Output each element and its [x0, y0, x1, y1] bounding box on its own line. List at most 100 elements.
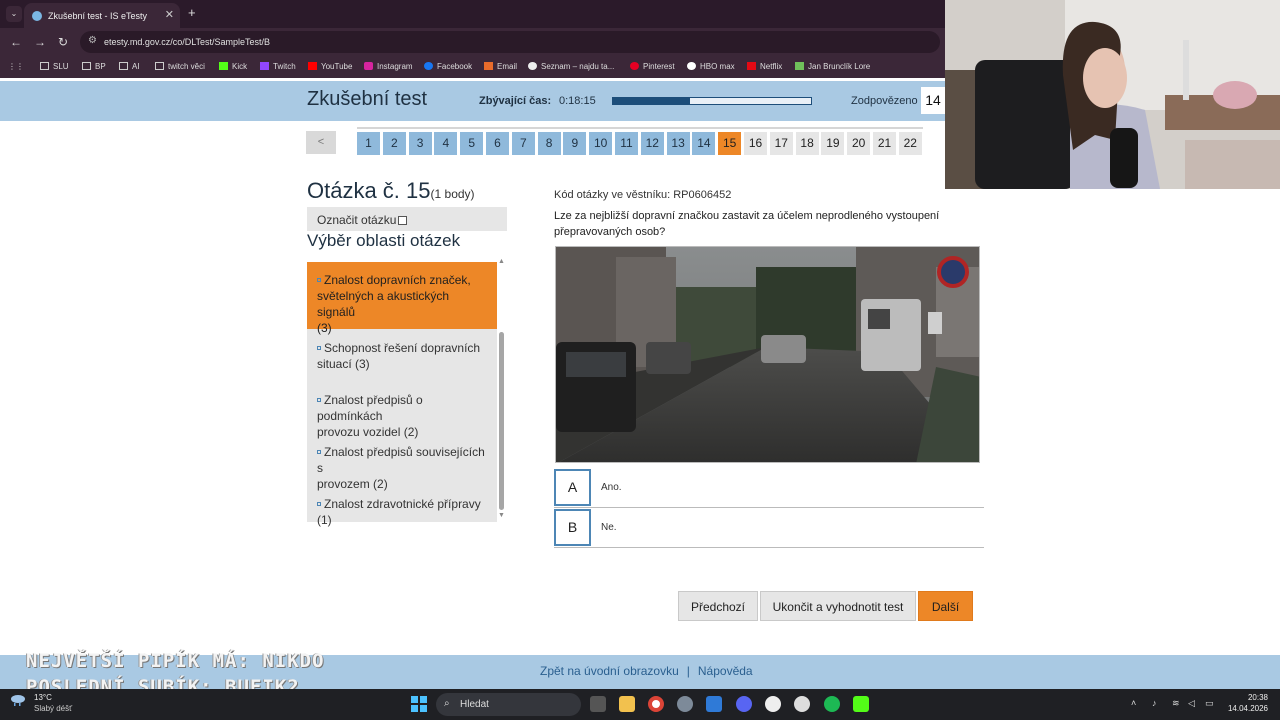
back-icon[interactable]: ←	[10, 35, 22, 49]
discord-icon[interactable]	[736, 696, 752, 712]
photos-icon[interactable]	[706, 696, 722, 712]
question-nav-17[interactable]: 17	[769, 132, 793, 155]
question-nav-15[interactable]: 15	[718, 132, 742, 155]
hbo-max-icon	[687, 62, 696, 70]
bookmark-bp[interactable]: BP	[82, 62, 106, 71]
bookmark-ai[interactable]: AI	[119, 62, 140, 71]
bookmark-seznam[interactable]: Seznam – najdu ta...	[528, 62, 614, 71]
scroll-up-icon[interactable]: ▲	[498, 258, 505, 265]
bullet-icon	[317, 502, 321, 506]
file-explorer-icon[interactable]	[619, 696, 635, 712]
clock-time[interactable]: 20:38	[1240, 693, 1268, 702]
question-nav-13[interactable]: 13	[666, 132, 690, 155]
question-nav-18[interactable]: 18	[795, 132, 819, 155]
question-nav-1[interactable]: 1	[357, 132, 380, 155]
question-heading: Otázka č. 15(1 body)	[307, 178, 475, 203]
question-nav-12[interactable]: 12	[640, 132, 664, 155]
question-nav-14[interactable]: 14	[692, 132, 716, 155]
question-nav-7[interactable]: 7	[511, 132, 535, 155]
apps-icon[interactable]: ⋮⋮	[8, 62, 24, 71]
area-item-traffic-situations[interactable]: Schopnost řešení dopravních situací (3)	[307, 340, 497, 372]
new-tab-icon[interactable]: +	[188, 5, 196, 20]
street-scene-image	[556, 247, 979, 462]
question-nav-22[interactable]: 22	[898, 132, 922, 155]
bookmark-hbo-max[interactable]: HBO max	[687, 62, 735, 71]
bookmark-instagram[interactable]: Instagram	[364, 62, 413, 71]
question-nav-2[interactable]: 2	[382, 132, 406, 155]
question-nav-8[interactable]: 8	[537, 132, 561, 155]
question-nav-9[interactable]: 9	[563, 132, 587, 155]
question-nav-6[interactable]: 6	[486, 132, 509, 155]
reload-icon[interactable]: ↻	[58, 35, 68, 49]
prev-page-button[interactable]: <	[306, 131, 336, 154]
question-nav-19[interactable]: 19	[821, 132, 845, 155]
forward-icon[interactable]: →	[34, 35, 46, 49]
question-nav-11[interactable]: 11	[615, 132, 638, 155]
question-nav-5[interactable]: 5	[460, 132, 484, 155]
bookmark-pinterest[interactable]: Pinterest	[630, 62, 675, 71]
mark-question-toggle[interactable]: Označit otázku	[307, 207, 507, 231]
folder-icon	[82, 62, 91, 70]
site-favicon-icon	[32, 11, 42, 21]
finish-test-button[interactable]: Ukončit a vyhodnotit test	[760, 591, 916, 621]
bookmark-youtube[interactable]: YouTube	[308, 62, 352, 71]
search-icon: ⌕	[444, 698, 450, 709]
area-item-related-regulations[interactable]: Znalost předpisů souvisejících s provoze…	[307, 444, 497, 492]
site-info-icon[interactable]: ⚙	[88, 35, 97, 46]
weather-rain-icon[interactable]	[10, 693, 26, 707]
answer-option-b[interactable]: B Ne.	[554, 508, 984, 548]
area-scrollbar[interactable]: ▲ ▼	[497, 258, 507, 522]
chrome-icon[interactable]	[648, 696, 664, 712]
question-nav-4[interactable]: 4	[434, 132, 458, 155]
question-nav-20[interactable]: 20	[847, 132, 871, 155]
clock-date[interactable]: 14.04.2026	[1226, 704, 1268, 713]
question-nav-3[interactable]: 3	[408, 132, 432, 155]
area-item-vehicle-regulations[interactable]: Znalost předpisů o podmínkách provozu vo…	[307, 392, 497, 440]
wifi-icon[interactable]: ≋	[1172, 698, 1180, 709]
bookmark-facebook[interactable]: Facebook	[424, 62, 472, 71]
microphone-icon[interactable]: ♪	[1152, 698, 1157, 708]
bullet-icon	[317, 346, 321, 350]
taskbar-search[interactable]: ⌕ Hledat	[436, 693, 581, 716]
browser-tab[interactable]: Zkušební test - IS eTesty ✕	[24, 3, 180, 28]
question-nav-21[interactable]: 21	[873, 132, 896, 155]
home-link[interactable]: Zpět na úvodní obrazovku	[540, 664, 679, 678]
obs-icon[interactable]	[794, 696, 810, 712]
question-nav-16[interactable]: 16	[744, 132, 767, 155]
answer-text-b: Ne.	[601, 522, 617, 533]
music-icon[interactable]	[765, 696, 781, 712]
mark-question-checkbox[interactable]	[398, 216, 408, 225]
question-photo	[555, 246, 980, 463]
tab-search-icon[interactable]: ⌄	[6, 6, 22, 22]
task-view-icon[interactable]	[590, 696, 606, 712]
answer-option-a[interactable]: A Ano.	[554, 468, 984, 508]
windows-taskbar: 13°C Slabý déšť ⌕ Hledat ˄ ♪ ≋ ◁ ▭ 20:38…	[0, 689, 1280, 720]
url-input[interactable]: ⚙ etesty.md.gov.cz/co/DLTest/SampleTest/…	[80, 31, 940, 53]
bookmark-kick[interactable]: Kick	[219, 62, 247, 71]
area-item-first-aid[interactable]: Znalost zdravotnické přípravy (1)	[307, 496, 497, 528]
question-nav-10[interactable]: 10	[589, 132, 613, 155]
tray-overflow-icon[interactable]: ˄	[1131, 698, 1136, 708]
bookmark-slu[interactable]: SLU	[40, 62, 69, 71]
scroll-down-icon[interactable]: ▼	[498, 512, 505, 519]
weather-description: Slabý déšť	[34, 704, 73, 713]
windows-start-icon[interactable]	[411, 696, 427, 712]
scroll-thumb[interactable]	[499, 332, 504, 510]
settings-icon[interactable]	[677, 696, 693, 712]
bookmark-jan-brunclik[interactable]: Jan Brunclík Lore	[795, 62, 870, 71]
kick-app-icon[interactable]	[853, 696, 869, 712]
bookmark-twitch-veci[interactable]: twitch věci	[155, 62, 205, 71]
answer-key-a[interactable]: A	[554, 469, 591, 506]
spotify-icon[interactable]	[824, 696, 840, 712]
next-button[interactable]: Další	[918, 591, 973, 621]
volume-icon[interactable]: ◁	[1188, 698, 1195, 709]
area-item-traffic-signs[interactable]: Znalost dopravních značek, světelných a …	[307, 262, 497, 335]
bookmark-email[interactable]: Email	[484, 62, 517, 71]
battery-icon[interactable]: ▭	[1205, 698, 1214, 709]
close-tab-icon[interactable]: ✕	[165, 8, 174, 21]
previous-button[interactable]: Předchozí	[678, 591, 758, 621]
answer-key-b[interactable]: B	[554, 509, 591, 546]
help-link[interactable]: Nápověda	[698, 664, 753, 678]
bookmark-twitch[interactable]: Twitch	[260, 62, 296, 71]
bookmark-netflix[interactable]: Netflix	[747, 62, 782, 71]
